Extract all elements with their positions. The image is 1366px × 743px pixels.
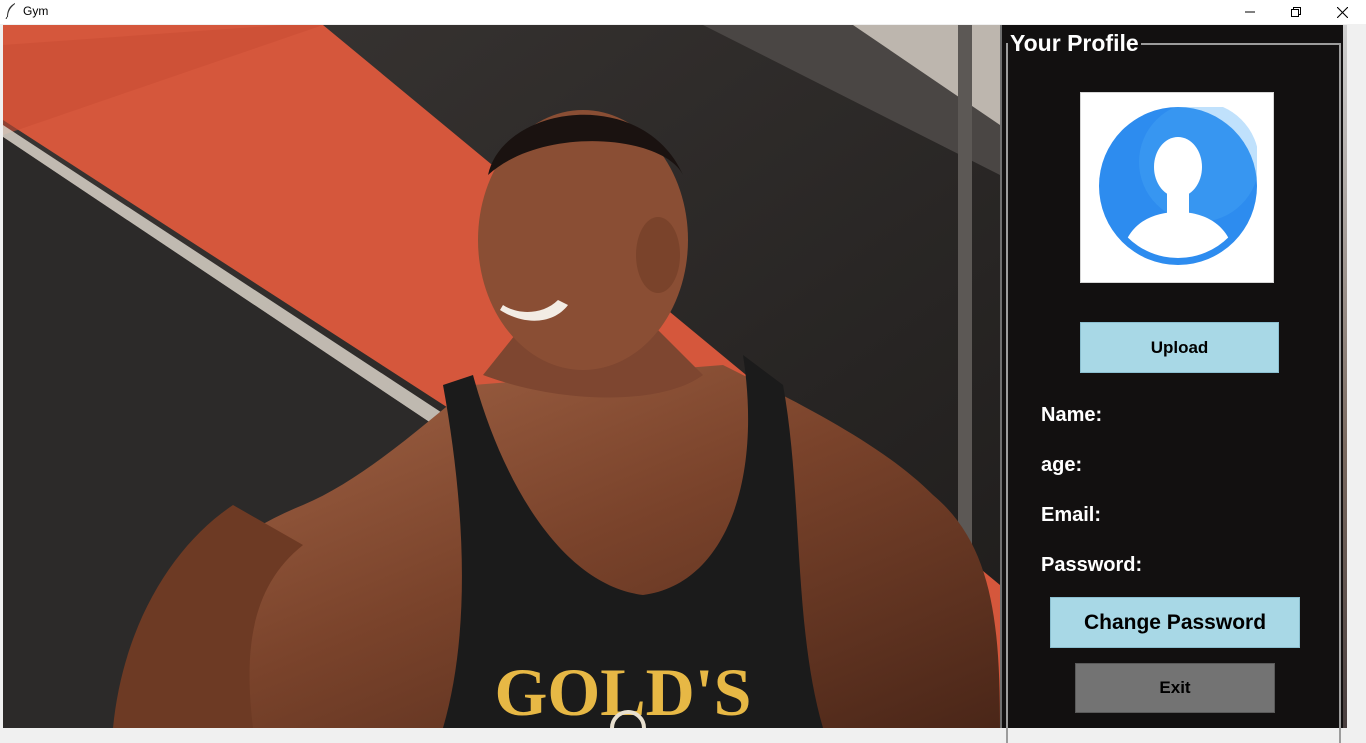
restore-button[interactable] — [1273, 0, 1319, 24]
gym-background-photo: GOLD'S — [3, 25, 1000, 728]
age-label: age: — [1041, 454, 1083, 476]
upload-button[interactable]: Upload — [1080, 322, 1279, 373]
profile-title: Your Profile — [1008, 30, 1141, 57]
close-icon — [1336, 6, 1348, 18]
password-label: Password: — [1041, 554, 1143, 576]
minimize-button[interactable] — [1227, 0, 1273, 24]
minimize-icon — [1245, 11, 1255, 13]
email-label: Email: — [1041, 504, 1102, 526]
user-avatar-icon — [1099, 107, 1257, 265]
close-button[interactable] — [1319, 0, 1365, 24]
change-password-button[interactable]: Change Password — [1050, 597, 1300, 648]
feather-icon — [5, 3, 15, 19]
restore-icon — [1291, 7, 1301, 17]
golds-logo-text: GOLD'S — [495, 654, 752, 728]
edge-strip — [1343, 25, 1347, 728]
title-bar: Gym — [0, 0, 1366, 24]
avatar — [1080, 92, 1274, 283]
name-label: Name: — [1041, 404, 1103, 426]
profile-panel: Your Profile Upload Name: age: Email: Pa… — [1000, 25, 1343, 743]
window-title: Gym — [23, 4, 49, 18]
exit-button[interactable]: Exit — [1075, 663, 1275, 713]
window-right-edge — [1343, 25, 1366, 728]
